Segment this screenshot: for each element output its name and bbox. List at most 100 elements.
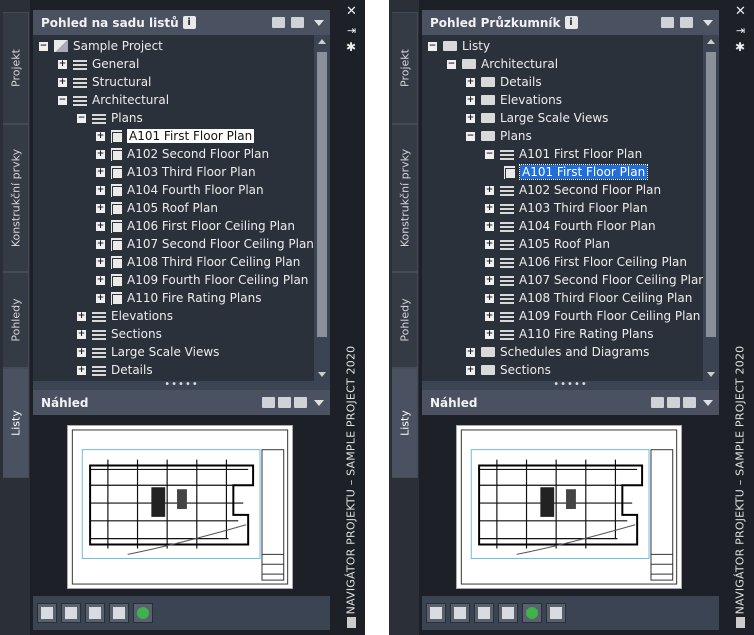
chevron-down-icon[interactable] xyxy=(314,399,324,406)
preview-list-icon[interactable] xyxy=(278,397,291,408)
preview-mode-icon[interactable] xyxy=(262,397,275,408)
preview-detail-icon[interactable] xyxy=(294,397,307,408)
collapse-icon[interactable]: − xyxy=(485,149,494,159)
splitter-grip[interactable]: ••••• xyxy=(33,380,330,390)
preview-list-icon[interactable] xyxy=(667,397,680,408)
layout-button[interactable] xyxy=(109,603,129,623)
expand-icon[interactable]: + xyxy=(485,221,494,231)
tree-node[interactable]: − Listy xyxy=(428,37,490,55)
explorer-tree[interactable]: − Listy − Architectural + Details + Elevations +… xyxy=(422,35,703,381)
tree-node[interactable]: − Architectural xyxy=(58,91,169,109)
expand-icon[interactable]: + xyxy=(96,239,105,249)
tree-node[interactable]: + A104 Fourth Floor Plan xyxy=(485,217,656,235)
tab-constructs[interactable]: Konstrukční prvky xyxy=(392,124,418,272)
chevron-down-icon[interactable] xyxy=(703,19,713,26)
tree-node[interactable]: + A110 Fire Rating Plans xyxy=(485,325,653,343)
menu-icon[interactable] xyxy=(736,617,745,628)
gear-icon[interactable]: ✱ xyxy=(346,40,356,54)
expand-icon[interactable]: + xyxy=(485,293,494,303)
expand-icon[interactable]: + xyxy=(96,167,105,177)
preview-detail-icon[interactable] xyxy=(683,397,696,408)
collapse-icon[interactable]: − xyxy=(39,41,48,51)
tree-node[interactable]: + Details xyxy=(77,361,153,379)
sheet-properties-button[interactable] xyxy=(61,603,81,623)
tab-project[interactable]: Projekt xyxy=(392,12,418,124)
tree-node[interactable]: + A104 Fourth Floor Plan xyxy=(96,181,264,199)
info-icon[interactable]: i xyxy=(182,16,196,29)
folder-icon[interactable] xyxy=(291,17,304,28)
expand-icon[interactable]: + xyxy=(485,257,494,267)
scroll-down-arrow-icon[interactable] xyxy=(318,372,326,377)
tree-node[interactable]: + A109 Fourth Floor Ceiling Plan xyxy=(96,271,308,289)
collapse-icon[interactable]: − xyxy=(466,131,475,141)
tree-node[interactable]: + Large Scale Views xyxy=(466,109,608,127)
tree-node[interactable]: + A102 Second Floor Plan xyxy=(96,145,269,163)
tree-node[interactable]: + A109 Fourth Floor Ceiling Plan xyxy=(485,307,700,325)
expand-icon[interactable]: + xyxy=(485,185,494,195)
tree-node[interactable]: + A107 Second Floor Ceiling Plan xyxy=(96,235,314,253)
close-icon[interactable]: ✕ xyxy=(346,4,357,19)
tree-node[interactable]: + A101 First Floor Plan xyxy=(96,127,255,145)
autohide-icon[interactable]: ⇥ xyxy=(347,24,356,37)
tree-node[interactable]: − Architectural xyxy=(447,55,558,73)
expand-icon[interactable]: + xyxy=(77,347,86,357)
tab-sheets[interactable]: Listy xyxy=(392,368,418,478)
scroll-up-arrow-icon[interactable] xyxy=(707,39,715,44)
tree-node[interactable]: + A105 Roof Plan xyxy=(485,235,610,253)
tree-node[interactable]: + Large Scale Views xyxy=(77,343,219,361)
expand-icon[interactable]: + xyxy=(485,275,494,285)
folder-icon[interactable] xyxy=(680,17,693,28)
chevron-down-icon[interactable] xyxy=(703,399,713,406)
tree-node[interactable]: + Elevations xyxy=(466,91,562,109)
new-sheet-button[interactable] xyxy=(450,603,470,623)
expand-icon[interactable]: + xyxy=(466,365,475,375)
autohide-icon[interactable]: ⇥ xyxy=(736,24,745,37)
expand-icon[interactable]: + xyxy=(466,95,475,105)
tree-node[interactable]: − A101 First Floor Plan xyxy=(485,145,642,163)
tree-node[interactable]: + A102 Second Floor Plan xyxy=(485,181,661,199)
tree-node[interactable]: A101 First Floor Plan xyxy=(504,163,649,181)
tree-node[interactable]: + A103 Third Floor Plan xyxy=(96,163,256,181)
info-icon[interactable]: i xyxy=(564,16,578,29)
scroll-down-arrow-icon[interactable] xyxy=(707,372,715,377)
tree-node[interactable]: + A108 Third Floor Ceiling Plan xyxy=(96,253,300,271)
expand-icon[interactable]: + xyxy=(77,311,86,321)
splitter-grip[interactable]: ••••• xyxy=(422,380,719,390)
menu-icon[interactable] xyxy=(347,617,356,628)
expand-icon[interactable]: + xyxy=(96,149,105,159)
select-button[interactable] xyxy=(474,603,494,623)
expand-icon[interactable]: + xyxy=(96,185,105,195)
new-sheet-icon[interactable] xyxy=(272,17,285,28)
refresh-button[interactable] xyxy=(133,603,153,623)
expand-icon[interactable]: + xyxy=(58,59,67,69)
repath-button[interactable] xyxy=(546,603,566,623)
expand-icon[interactable]: + xyxy=(466,77,475,87)
expand-icon[interactable]: + xyxy=(77,365,86,375)
tree-node[interactable]: − Plans xyxy=(77,109,143,127)
tree-node[interactable]: + Sections xyxy=(466,361,551,379)
select-button[interactable] xyxy=(85,603,105,623)
expand-icon[interactable]: + xyxy=(466,113,475,123)
publish-button[interactable] xyxy=(37,603,57,623)
tree-node[interactable]: + A103 Third Floor Plan xyxy=(485,199,648,217)
tree-node[interactable]: + A106 First Floor Ceiling Plan xyxy=(96,217,295,235)
expand-icon[interactable]: + xyxy=(485,329,494,339)
expand-icon[interactable]: + xyxy=(96,293,105,303)
tab-views[interactable]: Pohledy xyxy=(392,272,418,368)
tab-views[interactable]: Pohledy xyxy=(3,272,29,368)
expand-icon[interactable]: + xyxy=(58,77,67,87)
scroll-up-arrow-icon[interactable] xyxy=(318,39,326,44)
collapse-icon[interactable]: − xyxy=(447,59,456,69)
collapse-icon[interactable]: − xyxy=(58,95,67,105)
layout-button[interactable] xyxy=(498,603,518,623)
expand-icon[interactable]: + xyxy=(466,347,475,357)
tree-node[interactable]: + Elevations xyxy=(77,307,173,325)
tree-node[interactable]: + A106 First Floor Ceiling Plan xyxy=(485,253,687,271)
tree-node[interactable]: + Sections xyxy=(77,325,162,343)
expand-icon[interactable]: + xyxy=(96,203,105,213)
expand-icon[interactable]: + xyxy=(77,329,86,339)
chevron-down-icon[interactable] xyxy=(314,19,324,26)
tree-node[interactable]: + Schedules and Diagrams xyxy=(466,343,649,361)
vertical-scrollbar[interactable] xyxy=(314,35,330,381)
tree-node[interactable]: − Plans xyxy=(466,127,532,145)
